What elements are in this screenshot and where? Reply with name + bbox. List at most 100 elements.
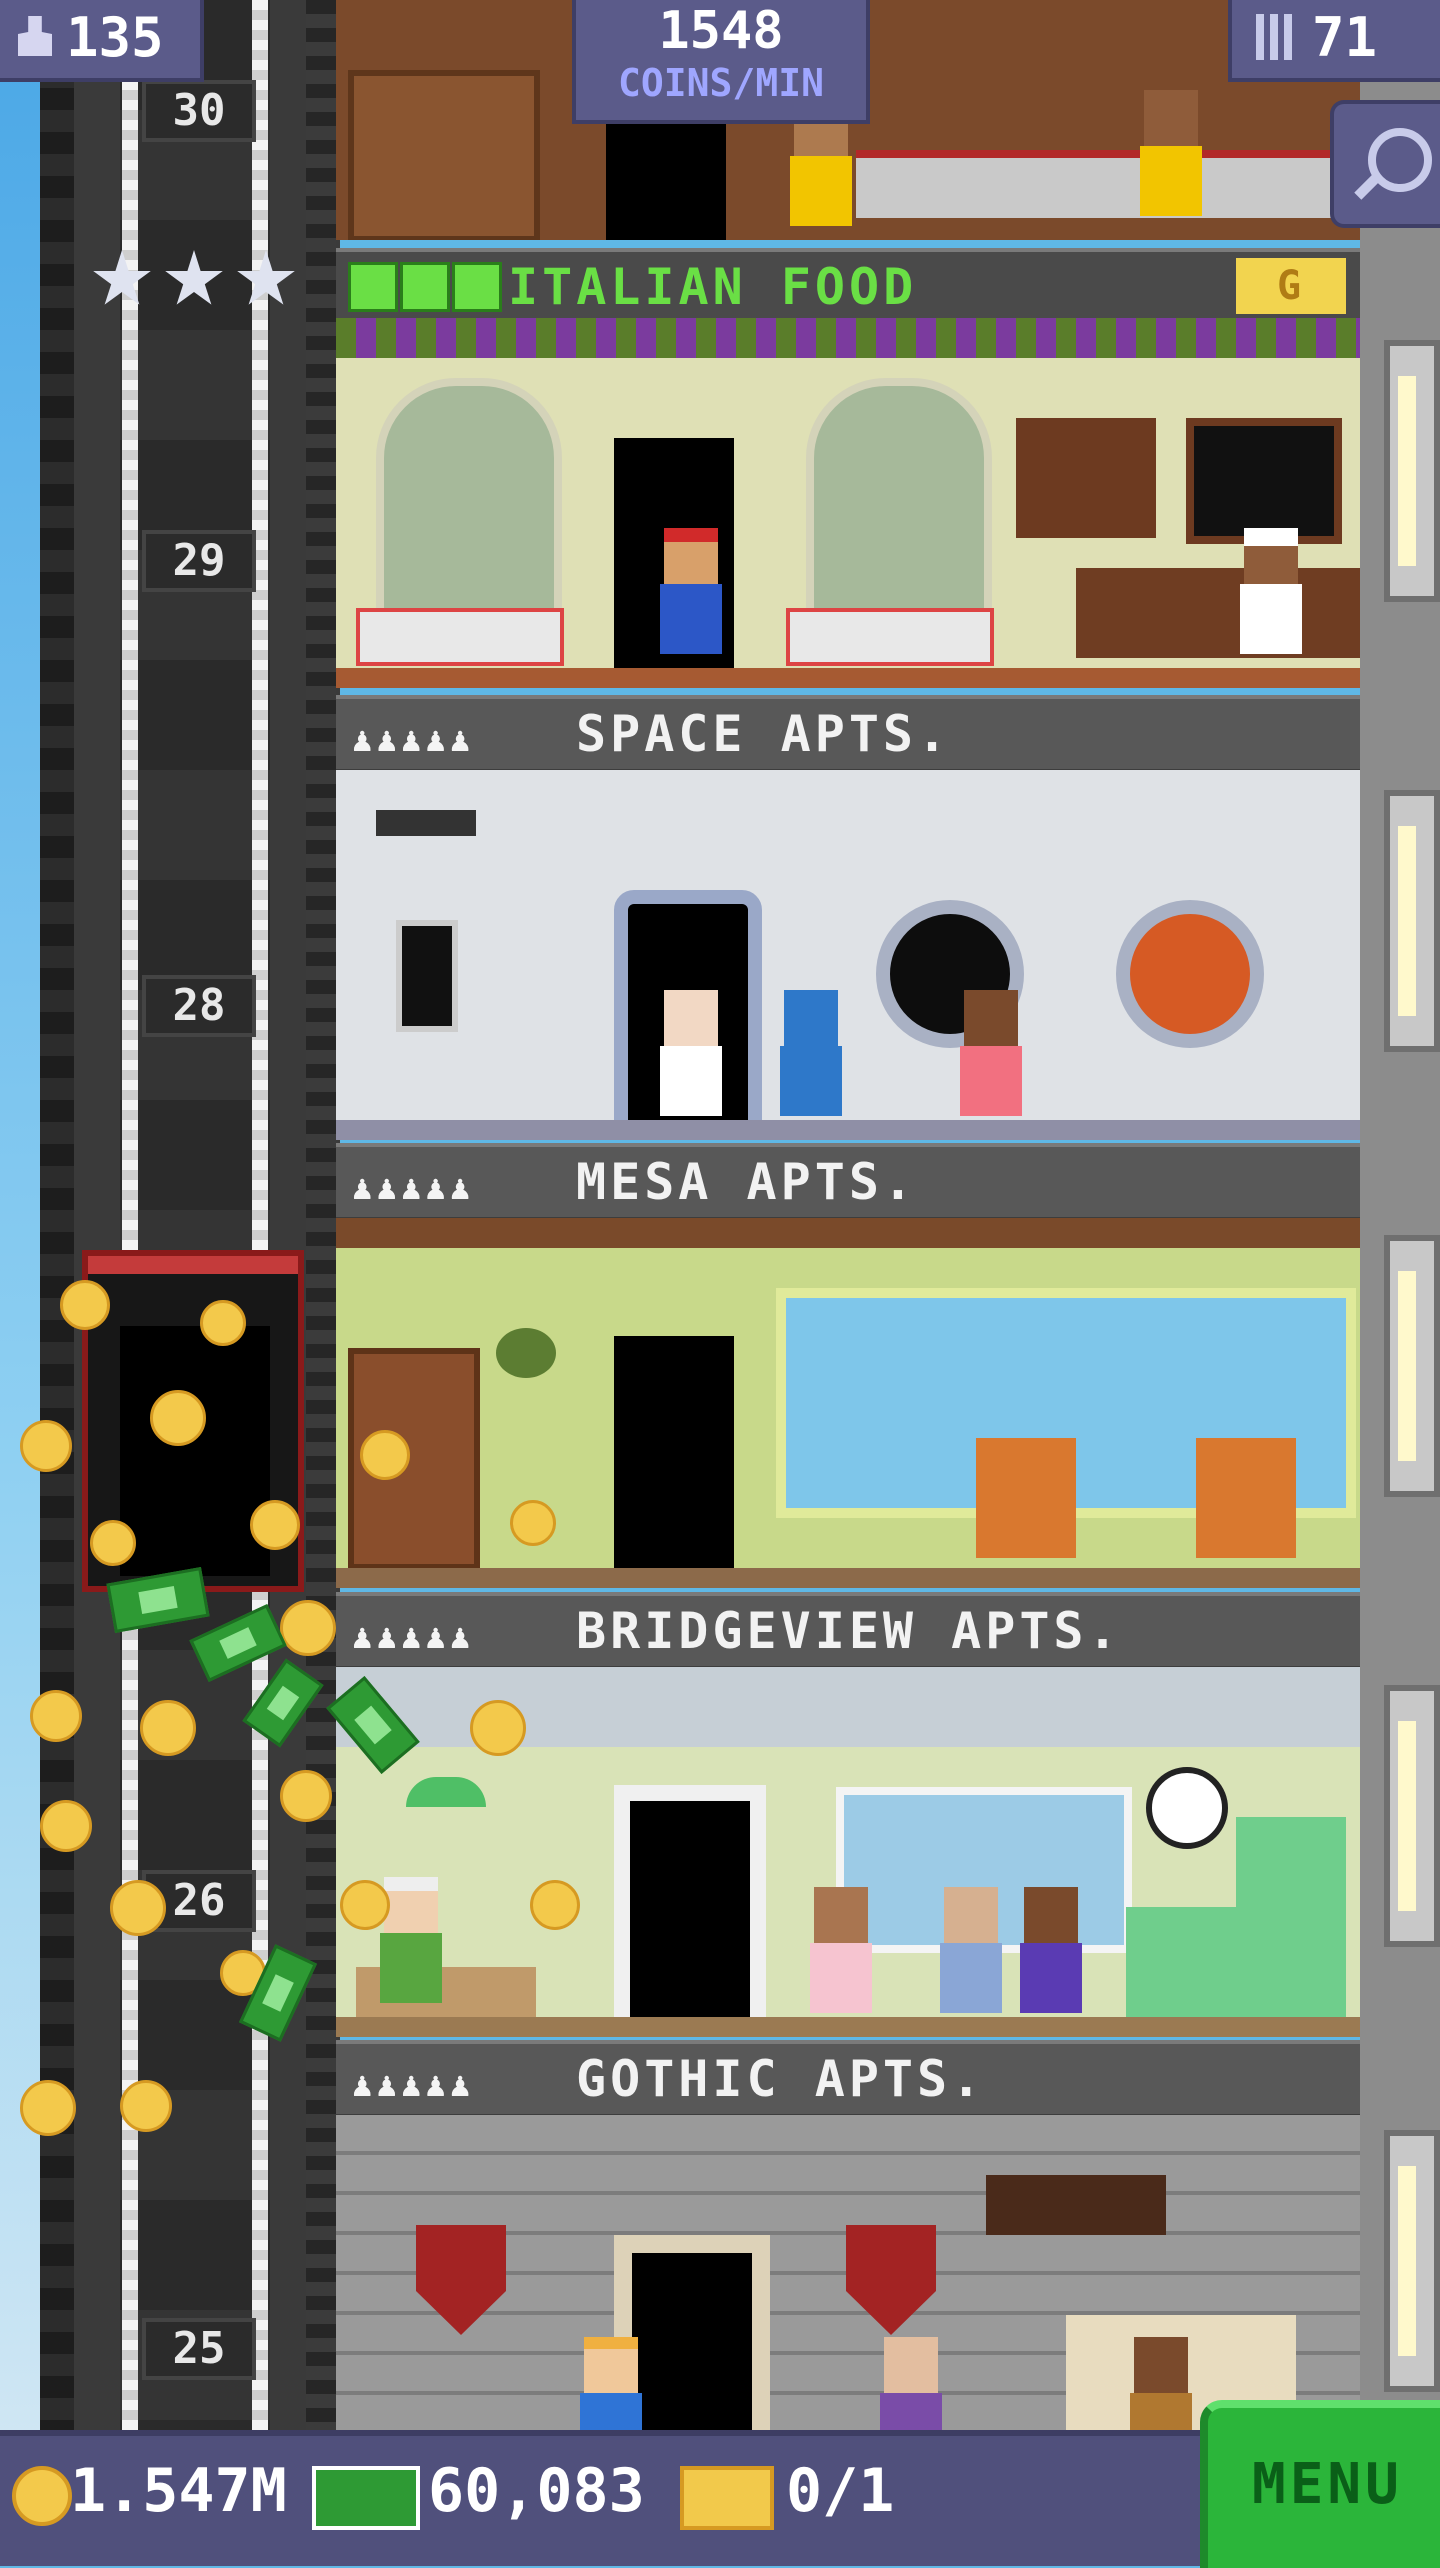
floor-label-mesa-apts[interactable]: ♟♟♟♟♟ MESA APTS. (336, 1143, 1360, 1221)
table (786, 608, 994, 666)
menu-label: MENU (1252, 2452, 1403, 2517)
window (1384, 1235, 1440, 1497)
chandelier (986, 2175, 1166, 2235)
floor-room-gothic-apts[interactable] (336, 2115, 1360, 2430)
magnifier-handle (1354, 174, 1380, 200)
tower-outer-wall (1360, 0, 1440, 2430)
room-door (606, 110, 726, 240)
star-icon (93, 250, 151, 305)
resident-sprite[interactable] (876, 2337, 946, 2430)
window (1384, 790, 1440, 1052)
coins-rate-unit: COINS/MIN (618, 61, 824, 105)
resident-sprite[interactable] (806, 1887, 876, 2027)
shield-crest (846, 2225, 936, 2335)
floor-label-italian-food[interactable]: ITALIAN FOOD G (336, 248, 1360, 326)
check-icon (400, 262, 450, 312)
resident-sprite[interactable] (936, 1887, 1006, 2027)
fridge (1236, 1817, 1346, 2017)
shaft-outer-left (40, 0, 74, 2430)
elevator-cable-left (122, 0, 138, 2430)
menu-button[interactable]: MENU (1200, 2400, 1440, 2568)
floor-number-29: 29 (142, 530, 256, 592)
shield-crest (416, 2225, 506, 2335)
counter (856, 150, 1336, 218)
coins-total: 1.547M (70, 2456, 287, 2526)
counter (1076, 568, 1360, 658)
occupancy-icons: ♟♟♟♟♟ (352, 1617, 475, 1657)
worker-sprite[interactable] (1136, 90, 1206, 230)
mario-sprite[interactable] (656, 528, 726, 668)
floor-name: GOTHIC APTS. (576, 2050, 986, 2108)
shelf (348, 70, 540, 240)
gold-badge-icon: G (1236, 258, 1346, 314)
star-icon (237, 250, 295, 305)
floor-strip (336, 2017, 1360, 2037)
floor-room-space-apts[interactable] (336, 770, 1360, 1140)
stove (1126, 1907, 1236, 2017)
hanging-plant (496, 1328, 556, 1378)
arched-window (806, 378, 992, 624)
resident-sprite[interactable] (1016, 1887, 1086, 2027)
resident-sprite[interactable] (656, 990, 726, 1130)
window (1384, 340, 1440, 602)
room-door (614, 1785, 766, 2037)
tower-pillar (306, 0, 336, 2430)
person-icon (18, 16, 52, 56)
check-icon (348, 262, 398, 312)
elevator-cable-right (252, 0, 268, 2430)
ticket-icon (680, 2466, 774, 2530)
bux-total: 60,083 (428, 2456, 645, 2526)
ceiling-beam (336, 1218, 1360, 1248)
check-icon (452, 262, 502, 312)
population-value: 135 (66, 6, 164, 69)
zoom-button[interactable] (1330, 100, 1440, 228)
floor-label-gothic-apts[interactable]: ♟♟♟♟♟ GOTHIC APTS. (336, 2040, 1360, 2118)
arched-window (376, 378, 562, 624)
window (1384, 2130, 1440, 2392)
wall-panel (396, 920, 458, 1032)
occupancy-icons: ♟♟♟♟♟ (352, 2065, 475, 2105)
armchair (976, 1438, 1076, 1558)
floors-value: 71 (1312, 6, 1378, 69)
floor-strip (336, 1120, 1360, 1140)
floor-stars (92, 250, 302, 320)
floor-room-italian-food[interactable] (336, 318, 1360, 688)
occupancy-icons: ♟♟♟♟♟ (352, 720, 475, 760)
bux-icon (312, 2466, 420, 2530)
star-icon (165, 250, 223, 305)
porthole-window (1116, 900, 1264, 1048)
resident-sprite[interactable] (576, 2337, 646, 2430)
sky (0, 0, 40, 2430)
coin-icon (12, 2466, 72, 2526)
floor-strip (336, 668, 1360, 688)
floor-name: ITALIAN FOOD (508, 258, 918, 316)
chalkboard (1186, 418, 1342, 544)
coins-rate-value: 1548 (658, 1, 784, 61)
floor-number-25: 25 (142, 2318, 256, 2380)
chef-sprite[interactable] (1236, 528, 1306, 668)
floor-name: SPACE APTS. (576, 705, 952, 763)
wine-rack (1016, 418, 1156, 538)
floor-name: BRIDGEVIEW APTS. (576, 1602, 1122, 1660)
floor-strip (336, 1568, 1360, 1588)
captain-sprite[interactable] (776, 990, 846, 1130)
floors-counter[interactable]: 71 (1228, 0, 1440, 82)
building-icon (1256, 14, 1292, 60)
floor-room-mesa-apts[interactable] (336, 1218, 1360, 1588)
resident-sprite[interactable] (1126, 2337, 1196, 2430)
elevator-shaft[interactable] (40, 0, 340, 2430)
floor-label-space-apts[interactable]: ♟♟♟♟♟ SPACE APTS. (336, 695, 1360, 773)
population-counter[interactable]: 135 (0, 0, 204, 82)
shaft-core (120, 0, 270, 2430)
grape-vine (336, 318, 1360, 358)
coins-per-minute-display: 1548 COINS/MIN (572, 0, 870, 124)
floor-name: MESA APTS. (576, 1153, 918, 1211)
ceiling-lamp (406, 1777, 486, 1807)
vent (376, 810, 476, 836)
wall-clock-icon (1146, 1767, 1228, 1849)
resident-sprite[interactable] (956, 990, 1026, 1130)
armchair (1196, 1438, 1296, 1558)
vip-count: 0/1 (786, 2456, 895, 2526)
room-door (614, 1336, 734, 1571)
floor-label-bridgeview-apts[interactable]: ♟♟♟♟♟ BRIDGEVIEW APTS. (336, 1592, 1360, 1670)
